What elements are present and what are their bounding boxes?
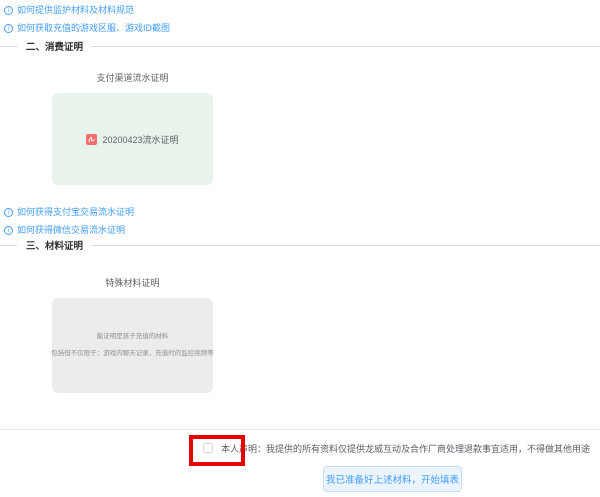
info-icon <box>4 208 13 217</box>
special-material-hint-1: 能证明是孩子充值的材料 <box>97 331 169 343</box>
pdf-icon <box>86 134 97 145</box>
help-link-wechat-statement[interactable]: 如何获得微信交易流水证明 <box>4 224 125 236</box>
divider-line <box>0 245 18 246</box>
help-link-label: 如何提供监护材料及材料规范 <box>17 4 134 16</box>
help-link-alipay-statement[interactable]: 如何获得支付宝交易流水证明 <box>4 206 134 218</box>
payment-statement-filename: 20200423流水证明 <box>102 133 178 146</box>
special-material-label: 特殊材料证明 <box>52 277 213 289</box>
help-link-label: 如何获得微信交易流水证明 <box>17 224 125 236</box>
help-link-game-id-screenshot[interactable]: 如何获取充值的游戏区服、游戏ID截图 <box>4 22 170 34</box>
info-icon <box>4 24 13 33</box>
refund-materials-page: 如何提供监护材料及材料规范 如何获取充值的游戏区服、游戏ID截图 二、消费证明 … <box>0 0 600 497</box>
start-form-button[interactable]: 我已准备好上述材料，开始填表 <box>323 466 462 492</box>
section-divider-materials: 三、材料证明 <box>0 239 600 251</box>
info-icon <box>4 6 13 15</box>
special-material-card: 能证明是孩子充值的材料 包括但不仅限于：游戏内聊天记录，充值时的监控视频等 <box>52 298 213 393</box>
footer-divider <box>0 429 600 430</box>
help-link-label: 如何获取充值的游戏区服、游戏ID截图 <box>17 22 170 34</box>
special-material-hint-2: 包括但不仅限于：游戏内聊天记录，充值时的监控视频等 <box>51 348 214 360</box>
payment-statement-label: 支付渠道流水证明 <box>52 72 213 84</box>
section-title-consumption: 二、消费证明 <box>26 39 83 53</box>
declaration-row: 本人声明：我提供的所有资料仅提供龙威互动及合作厂商处理退款事宜适用，不得做其他用… <box>203 442 590 454</box>
declaration-checkbox[interactable] <box>203 443 213 453</box>
payment-statement-card[interactable]: 20200423流水证明 <box>52 93 213 185</box>
info-icon <box>4 226 13 235</box>
help-link-label: 如何获得支付宝交易流水证明 <box>17 206 134 218</box>
section-title-materials: 三、材料证明 <box>26 238 83 252</box>
declaration-text: 本人声明：我提供的所有资料仅提供龙威互动及合作厂商处理退款事宜适用，不得做其他用… <box>221 442 590 455</box>
divider-line <box>91 46 600 47</box>
divider-line <box>0 46 18 47</box>
help-link-guardian-materials[interactable]: 如何提供监护材料及材料规范 <box>4 4 134 16</box>
section-divider-consumption: 二、消费证明 <box>0 40 600 52</box>
divider-line <box>91 245 600 246</box>
